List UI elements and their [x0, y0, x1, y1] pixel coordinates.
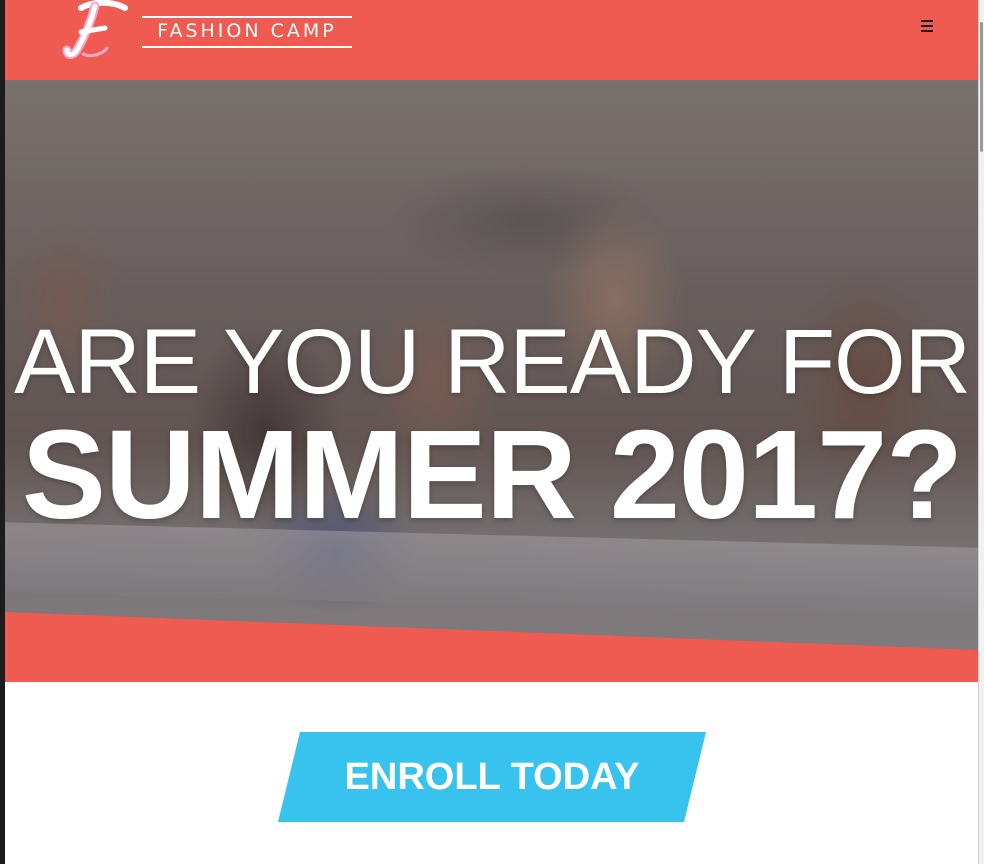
menu-line: [921, 20, 933, 22]
enroll-today-label: ENROLL TODAY: [344, 756, 640, 798]
enroll-today-button[interactable]: ENROLL TODAY: [278, 732, 706, 822]
scrollbar-thumb[interactable]: [980, 22, 983, 152]
hero-diagonal-band: [5, 612, 979, 682]
brand-name[interactable]: FASHION CAMP: [142, 14, 352, 48]
menu-line: [921, 30, 933, 32]
page: FASHION CAMP ARE YOU READY FOR SUMMER 20…: [0, 0, 984, 864]
scrollbar[interactable]: [978, 0, 984, 864]
menu-line: [921, 25, 933, 27]
logo-f-icon[interactable]: [61, 0, 131, 62]
hero-banner: ARE YOU READY FOR SUMMER 2017?: [5, 80, 979, 682]
site-header: FASHION CAMP: [5, 0, 979, 80]
hamburger-menu-icon[interactable]: [916, 17, 938, 37]
window-border-left: [0, 0, 5, 864]
